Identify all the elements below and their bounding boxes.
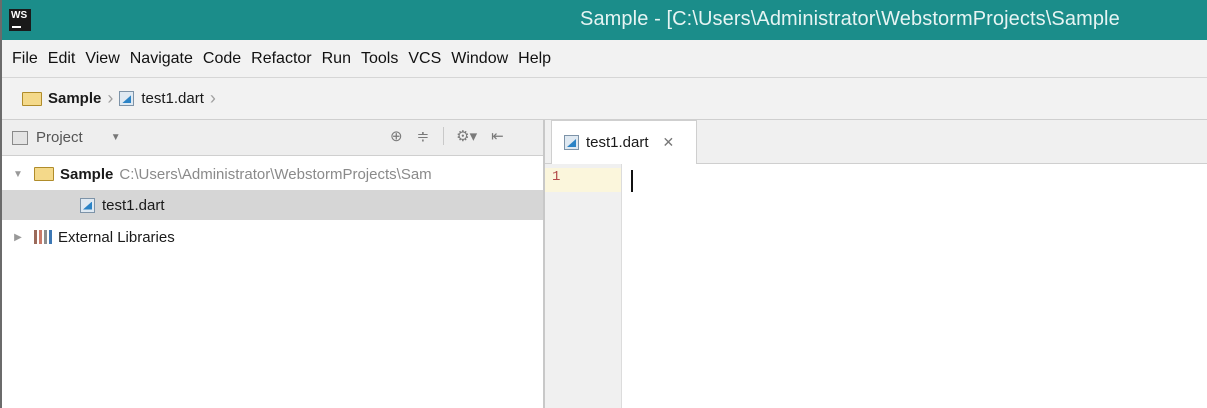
menu-tools[interactable]: Tools <box>361 50 398 68</box>
hide-panel-icon[interactable]: ⇤ <box>491 127 504 145</box>
editor-gutter: 1 <box>545 164 622 408</box>
menu-run[interactable]: Run <box>322 50 351 68</box>
dart-file-icon <box>119 91 135 106</box>
menu-bar: File Edit View Navigate Code Refactor Ru… <box>2 40 1207 78</box>
text-caret <box>631 170 633 192</box>
menu-file[interactable]: File <box>12 50 38 68</box>
tab-label: test1.dart <box>586 134 649 151</box>
menu-navigate[interactable]: Navigate <box>130 50 193 68</box>
breadcrumb: Sample › test1.dart › <box>2 78 1207 120</box>
tree-item-test1-dart[interactable]: test1.dart <box>2 190 621 220</box>
expand-arrow-icon[interactable]: ▼ <box>10 169 26 180</box>
project-icon <box>12 130 28 145</box>
breadcrumb-file-label: test1.dart <box>141 90 204 107</box>
breadcrumb-file[interactable]: test1.dart <box>119 90 204 107</box>
tree-item-external-libraries[interactable]: ▶ External Libraries <box>2 222 551 252</box>
code-editor[interactable] <box>622 164 1207 408</box>
menu-window[interactable]: Window <box>451 50 508 68</box>
gear-icon[interactable]: ⚙▾ <box>456 127 477 145</box>
menu-help[interactable]: Help <box>518 50 551 68</box>
collapse-all-icon[interactable]: ≑ <box>417 127 430 145</box>
toolbar-divider <box>443 127 445 145</box>
tree-item-label: External Libraries <box>58 228 175 246</box>
library-icon <box>34 230 52 244</box>
dart-file-icon <box>564 135 579 150</box>
line-number: 1 <box>552 169 561 185</box>
webstorm-logo-icon: WS <box>9 9 31 31</box>
menu-edit[interactable]: Edit <box>48 50 76 68</box>
tree-item-sample[interactable]: ▼ Sample C:\Users\Administrator\Webstorm… <box>2 159 551 189</box>
folder-icon <box>34 167 54 181</box>
tree-item-label: Sample <box>60 165 114 183</box>
expand-arrow-icon[interactable]: ▶ <box>10 232 26 243</box>
breadcrumb-project-label: Sample <box>48 90 102 107</box>
menu-view[interactable]: View <box>85 50 119 68</box>
tree-item-label: test1.dart <box>102 196 165 214</box>
scroll-from-source-icon[interactable]: ⊕ <box>390 127 403 145</box>
project-view-selector[interactable]: Project ▼ <box>12 129 121 146</box>
editor-tab-bar: test1.dart ✕ <box>545 120 1207 164</box>
breadcrumb-project[interactable]: Sample <box>22 90 101 107</box>
project-panel-toolbar: ⊕ ≑ ⚙▾ ⇤ <box>390 127 518 145</box>
breadcrumb-separator-icon: › <box>107 88 114 108</box>
close-icon[interactable]: ✕ <box>663 134 675 151</box>
tab-test1-dart[interactable]: test1.dart ✕ <box>551 120 697 164</box>
folder-icon <box>22 91 42 106</box>
ide-window: WS Sample - [C:\Users\Administrator\Webs… <box>0 0 1207 408</box>
title-bar[interactable]: WS Sample - [C:\Users\Administrator\Webs… <box>2 0 1207 40</box>
breadcrumb-separator-icon: › <box>209 88 216 108</box>
project-panel-title: Project <box>36 129 83 146</box>
project-panel-header: Project ▼ ⊕ ≑ ⚙▾ ⇤ <box>2 120 543 156</box>
tree-item-path: C:\Users\Administrator\WebstormProjects\… <box>119 165 432 183</box>
menu-code[interactable]: Code <box>203 50 241 68</box>
project-tree: ▼ Sample C:\Users\Administrator\Webstorm… <box>2 156 621 408</box>
dart-file-icon <box>80 197 95 213</box>
chevron-down-icon[interactable]: ▼ <box>111 132 121 143</box>
menu-refactor[interactable]: Refactor <box>251 50 311 68</box>
menu-vcs[interactable]: VCS <box>408 50 441 68</box>
window-title: Sample - [C:\Users\Administrator\Webstor… <box>580 8 1120 30</box>
